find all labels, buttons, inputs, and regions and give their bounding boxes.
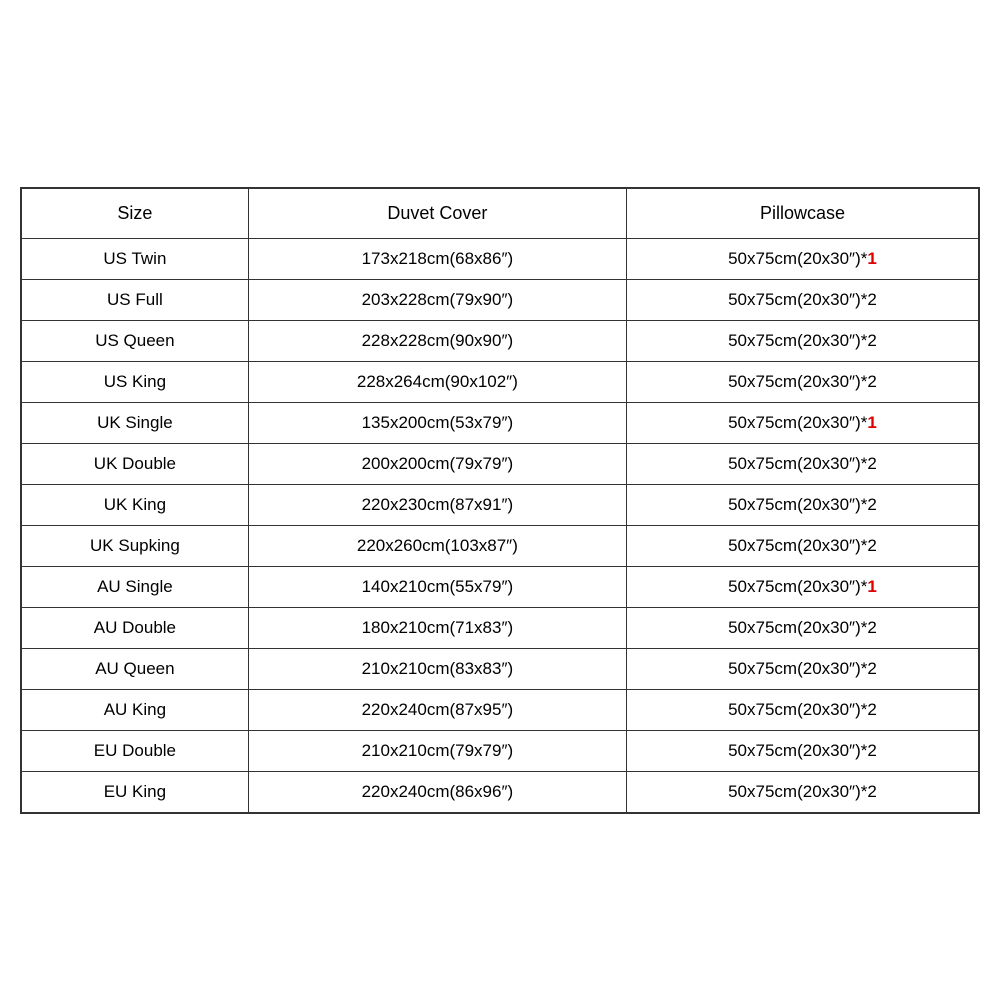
table-row: EU King220x240cm(86x96″)50x75cm(20x30″)*… (22, 771, 979, 812)
cell-duvet: 220x240cm(87x95″) (248, 689, 626, 730)
table-row: UK Double200x200cm(79x79″)50x75cm(20x30″… (22, 443, 979, 484)
cell-duvet: 220x230cm(87x91″) (248, 484, 626, 525)
size-chart-table: Size Duvet Cover Pillowcase US Twin173x2… (21, 188, 979, 813)
cell-pillow: 50x75cm(20x30″)*2 (626, 443, 978, 484)
pillow-count: 2 (867, 618, 876, 637)
table-row: UK King220x230cm(87x91″)50x75cm(20x30″)*… (22, 484, 979, 525)
pillow-count: 1 (867, 249, 876, 268)
pillow-base-text: 50x75cm(20x30″)* (728, 782, 867, 801)
cell-size: UK Supking (22, 525, 249, 566)
cell-size: AU King (22, 689, 249, 730)
cell-duvet: 228x264cm(90x102″) (248, 361, 626, 402)
cell-size: UK Single (22, 402, 249, 443)
cell-size: EU Double (22, 730, 249, 771)
pillow-count: 2 (867, 331, 876, 350)
table-row: US King228x264cm(90x102″)50x75cm(20x30″)… (22, 361, 979, 402)
cell-size: AU Queen (22, 648, 249, 689)
pillow-base-text: 50x75cm(20x30″)* (728, 659, 867, 678)
cell-size: UK Double (22, 443, 249, 484)
pillow-base-text: 50x75cm(20x30″)* (728, 741, 867, 760)
cell-duvet: 180x210cm(71x83″) (248, 607, 626, 648)
cell-duvet: 220x240cm(86x96″) (248, 771, 626, 812)
cell-pillow: 50x75cm(20x30″)*2 (626, 648, 978, 689)
cell-duvet: 210x210cm(79x79″) (248, 730, 626, 771)
pillow-base-text: 50x75cm(20x30″)* (728, 536, 867, 555)
cell-duvet: 140x210cm(55x79″) (248, 566, 626, 607)
cell-pillow: 50x75cm(20x30″)*2 (626, 279, 978, 320)
cell-size: EU King (22, 771, 249, 812)
pillow-count: 2 (867, 782, 876, 801)
cell-pillow: 50x75cm(20x30″)*2 (626, 689, 978, 730)
pillow-base-text: 50x75cm(20x30″)* (728, 577, 867, 596)
table-row: AU King220x240cm(87x95″)50x75cm(20x30″)*… (22, 689, 979, 730)
table-row: AU Single140x210cm(55x79″)50x75cm(20x30″… (22, 566, 979, 607)
cell-pillow: 50x75cm(20x30″)*1 (626, 238, 978, 279)
cell-pillow: 50x75cm(20x30″)*2 (626, 320, 978, 361)
cell-duvet: 203x228cm(79x90″) (248, 279, 626, 320)
pillow-base-text: 50x75cm(20x30″)* (728, 249, 867, 268)
cell-pillow: 50x75cm(20x30″)*2 (626, 730, 978, 771)
pillow-count: 2 (867, 290, 876, 309)
cell-pillow: 50x75cm(20x30″)*2 (626, 361, 978, 402)
pillow-base-text: 50x75cm(20x30″)* (728, 413, 867, 432)
table-header-row: Size Duvet Cover Pillowcase (22, 188, 979, 238)
cell-pillow: 50x75cm(20x30″)*1 (626, 402, 978, 443)
cell-pillow: 50x75cm(20x30″)*2 (626, 525, 978, 566)
pillow-base-text: 50x75cm(20x30″)* (728, 618, 867, 637)
pillow-base-text: 50x75cm(20x30″)* (728, 331, 867, 350)
pillow-count: 2 (867, 454, 876, 473)
pillow-base-text: 50x75cm(20x30″)* (728, 454, 867, 473)
header-pillow: Pillowcase (626, 188, 978, 238)
pillow-count: 2 (867, 372, 876, 391)
table-row: EU Double210x210cm(79x79″)50x75cm(20x30″… (22, 730, 979, 771)
pillow-count: 1 (867, 413, 876, 432)
pillow-count: 2 (867, 741, 876, 760)
pillow-count: 2 (867, 659, 876, 678)
cell-pillow: 50x75cm(20x30″)*1 (626, 566, 978, 607)
cell-size: UK King (22, 484, 249, 525)
pillow-count: 2 (867, 495, 876, 514)
table-row: UK Single135x200cm(53x79″)50x75cm(20x30″… (22, 402, 979, 443)
cell-size: US Full (22, 279, 249, 320)
cell-size: AU Single (22, 566, 249, 607)
pillow-base-text: 50x75cm(20x30″)* (728, 495, 867, 514)
cell-duvet: 220x260cm(103x87″) (248, 525, 626, 566)
pillow-count: 2 (867, 536, 876, 555)
pillow-base-text: 50x75cm(20x30″)* (728, 290, 867, 309)
pillow-base-text: 50x75cm(20x30″)* (728, 700, 867, 719)
cell-duvet: 173x218cm(68x86″) (248, 238, 626, 279)
cell-pillow: 50x75cm(20x30″)*2 (626, 484, 978, 525)
pillow-count: 1 (867, 577, 876, 596)
table-row: US Full203x228cm(79x90″)50x75cm(20x30″)*… (22, 279, 979, 320)
cell-size: US Twin (22, 238, 249, 279)
table-row: AU Queen210x210cm(83x83″)50x75cm(20x30″)… (22, 648, 979, 689)
cell-pillow: 50x75cm(20x30″)*2 (626, 771, 978, 812)
table-row: US Twin173x218cm(68x86″)50x75cm(20x30″)*… (22, 238, 979, 279)
pillow-count: 2 (867, 700, 876, 719)
header-size: Size (22, 188, 249, 238)
table-row: UK Supking220x260cm(103x87″)50x75cm(20x3… (22, 525, 979, 566)
size-chart-container: Size Duvet Cover Pillowcase US Twin173x2… (20, 187, 980, 814)
cell-size: US King (22, 361, 249, 402)
cell-duvet: 228x228cm(90x90″) (248, 320, 626, 361)
cell-duvet: 200x200cm(79x79″) (248, 443, 626, 484)
cell-pillow: 50x75cm(20x30″)*2 (626, 607, 978, 648)
header-duvet: Duvet Cover (248, 188, 626, 238)
cell-duvet: 210x210cm(83x83″) (248, 648, 626, 689)
table-row: AU Double180x210cm(71x83″)50x75cm(20x30″… (22, 607, 979, 648)
table-row: US Queen228x228cm(90x90″)50x75cm(20x30″)… (22, 320, 979, 361)
cell-duvet: 135x200cm(53x79″) (248, 402, 626, 443)
cell-size: AU Double (22, 607, 249, 648)
pillow-base-text: 50x75cm(20x30″)* (728, 372, 867, 391)
cell-size: US Queen (22, 320, 249, 361)
